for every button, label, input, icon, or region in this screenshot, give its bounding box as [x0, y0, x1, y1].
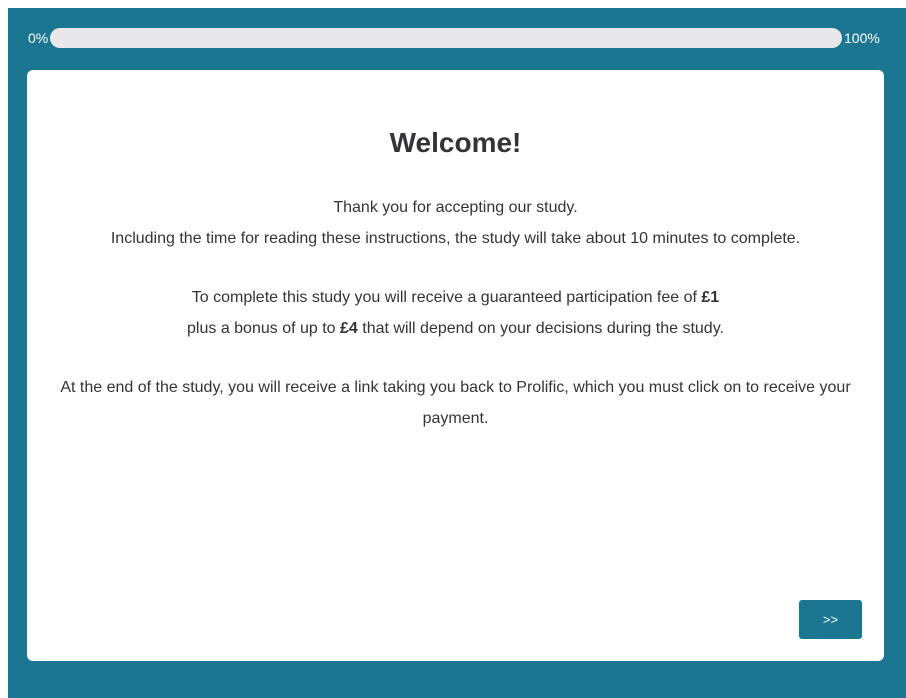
payment-line-1: To complete this study you will receive … — [27, 282, 884, 313]
payment-fee-text: To complete this study you will receive … — [191, 289, 702, 306]
payment-fee-amount: £1 — [701, 289, 720, 306]
content-card: Welcome! Thank you for accepting our stu… — [27, 70, 884, 661]
next-button[interactable]: >> — [799, 600, 862, 639]
end-paragraph: At the end of the study, you will receiv… — [60, 379, 851, 427]
survey-frame: 0% 100% Welcome! Thank you for accepting… — [8, 8, 906, 698]
intro-line-1: Thank you for accepting our study. — [333, 199, 578, 216]
payment-bonus-amount: £4 — [340, 320, 358, 337]
intro-line-2: Including the time for reading these ins… — [110, 230, 801, 247]
payment-bonus-pre: plus a bonus of up to — [187, 320, 341, 337]
progress-track — [50, 28, 842, 48]
intro-paragraph: Thank you for accepting our study. Inclu… — [27, 192, 884, 254]
progress-bar-row: 0% 100% — [8, 28, 906, 48]
progress-start-label: 0% — [28, 30, 49, 46]
progress-end-label: 100% — [844, 30, 880, 46]
payment-paragraph: To complete this study you will receive … — [27, 282, 884, 344]
page-title: Welcome! — [389, 127, 522, 158]
payment-line-2: plus a bonus of up to £4 that will depen… — [27, 313, 884, 344]
payment-bonus-post: that will depend on your decisions durin… — [357, 320, 724, 337]
